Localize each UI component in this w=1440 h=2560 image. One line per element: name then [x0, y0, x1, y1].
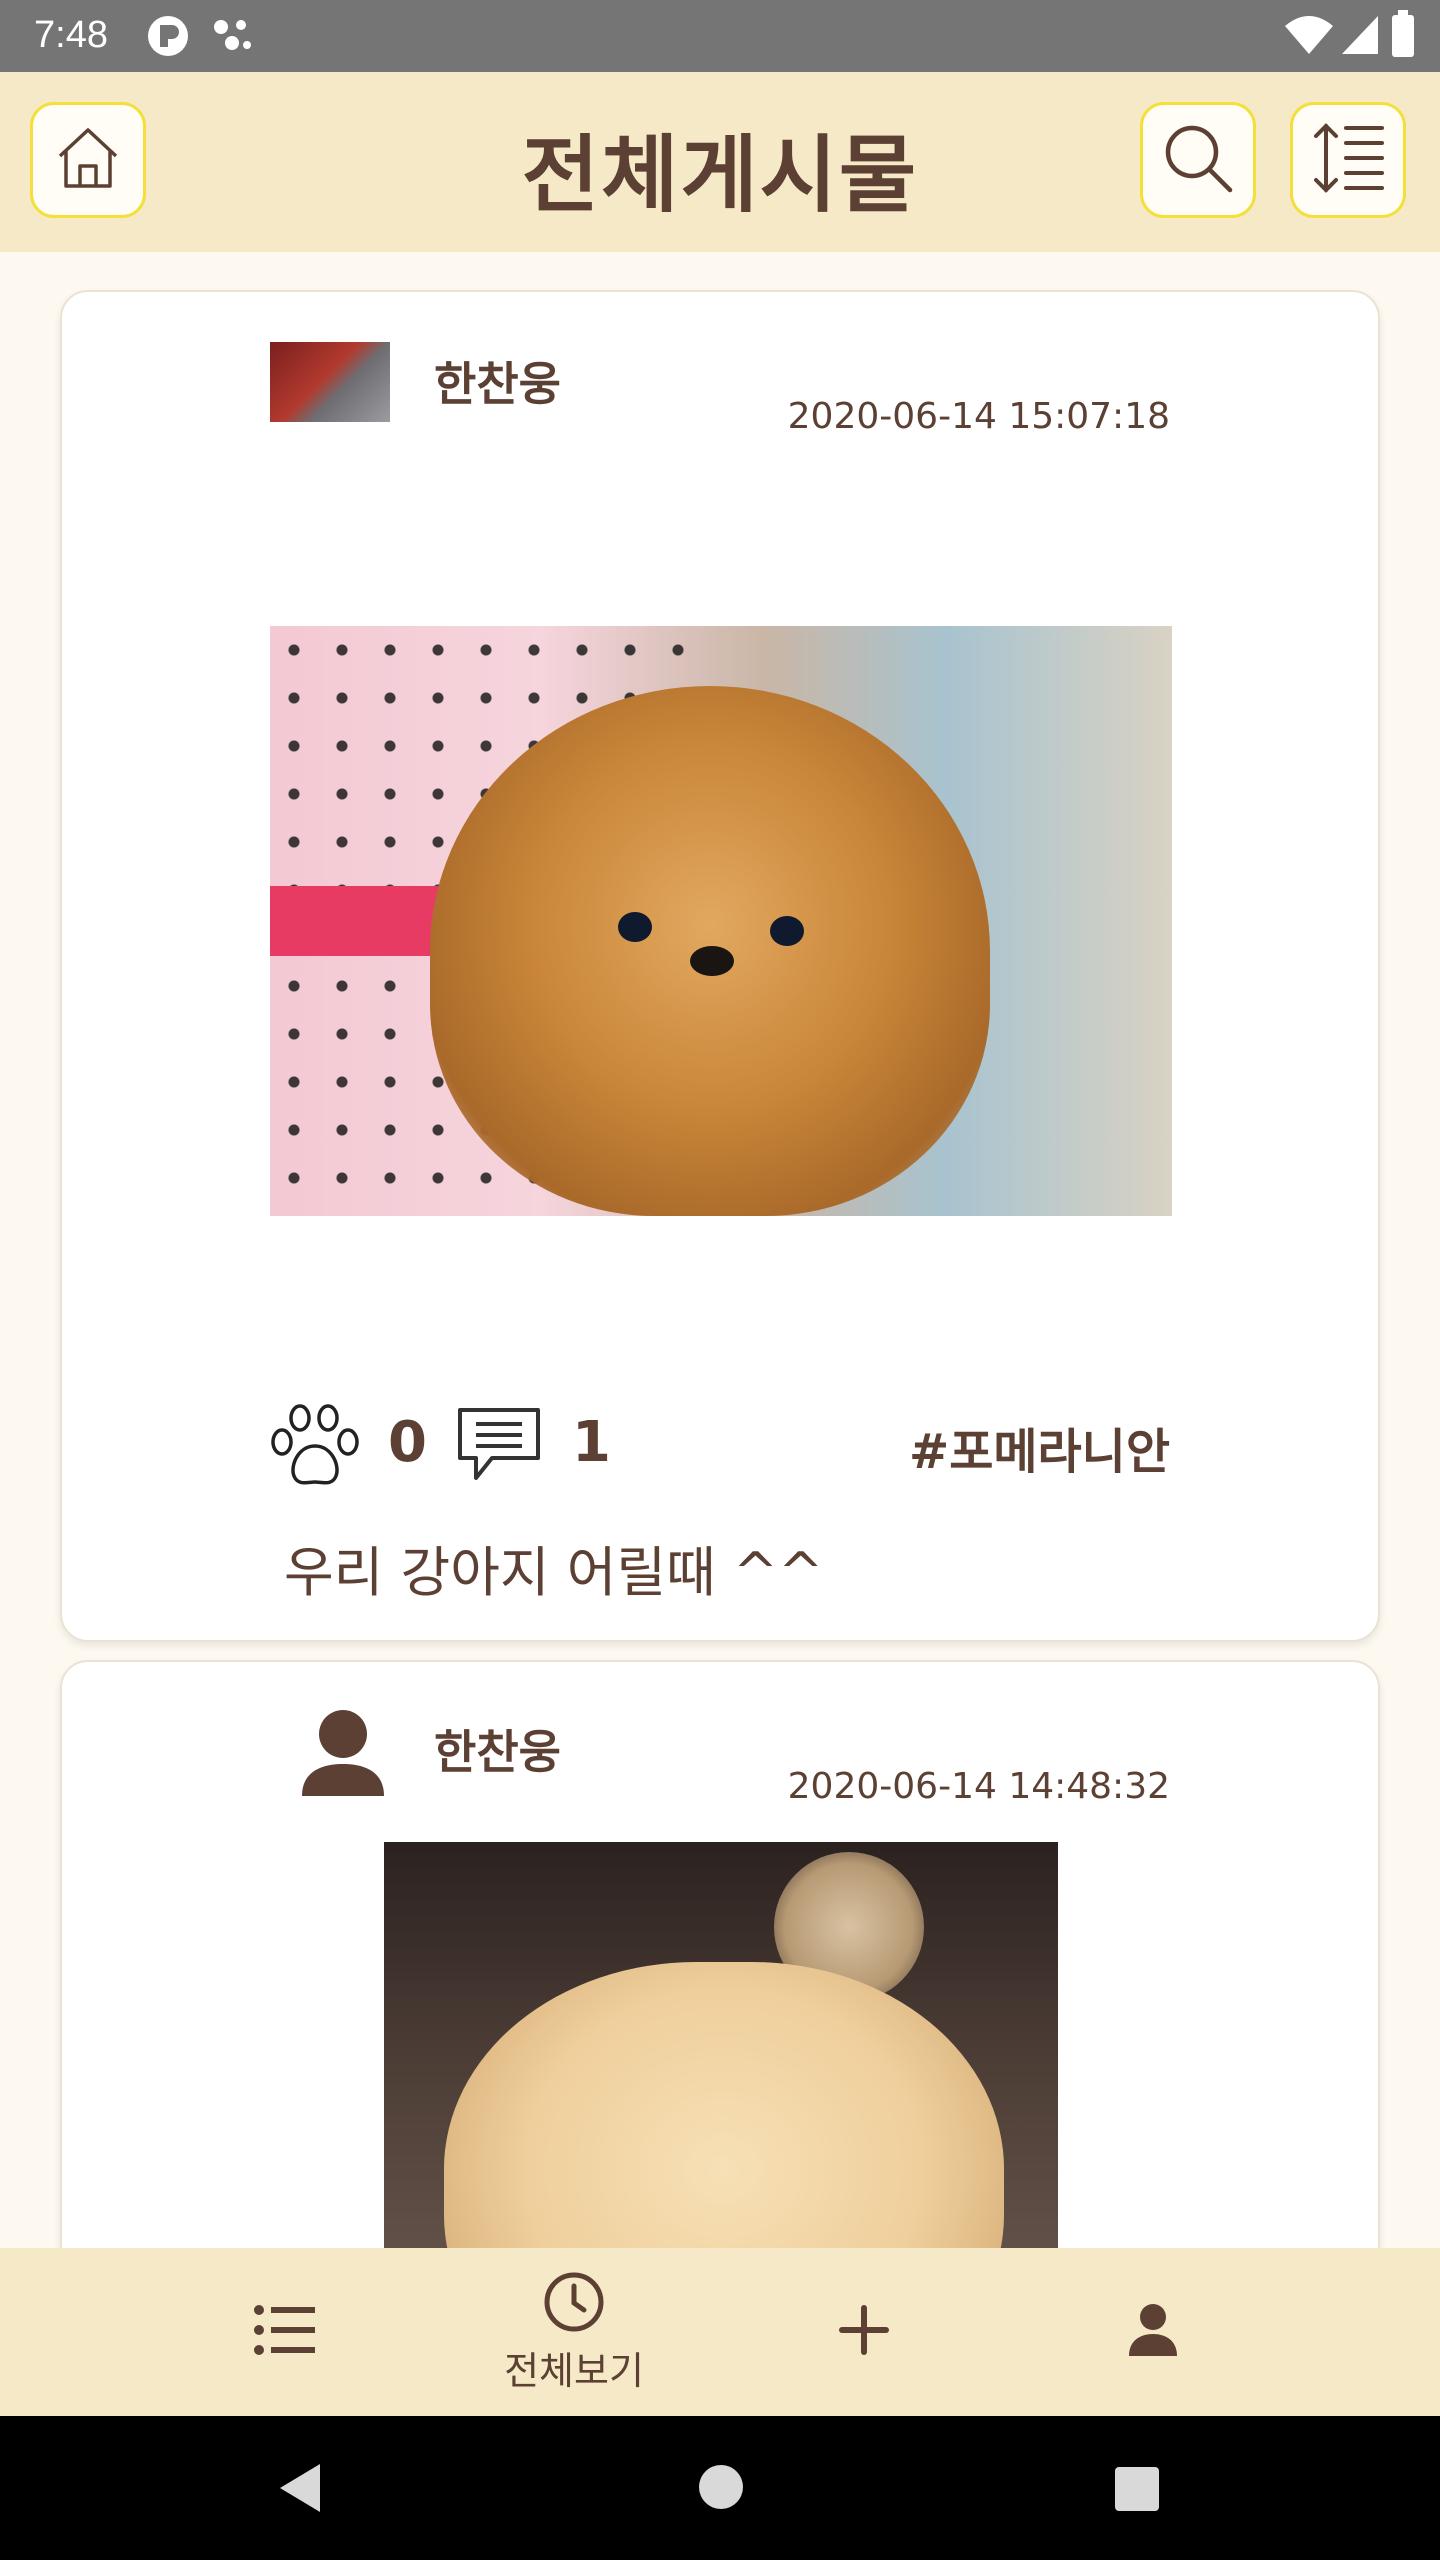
nav-add-post-button[interactable]	[764, 2248, 964, 2416]
post-timestamp: 2020-06-14 14:48:32	[787, 1766, 1170, 1807]
status-bar: 7:48	[0, 0, 1440, 72]
assistant-notification-icon	[212, 16, 256, 60]
comment-count: 1	[572, 1410, 611, 1475]
app-notification-icon	[146, 14, 190, 62]
nav-list-button[interactable]	[185, 2248, 385, 2416]
wifi-icon	[1284, 14, 1334, 60]
like-count: 0	[388, 1410, 427, 1475]
recents-icon[interactable]	[1114, 2466, 1160, 2516]
nav-profile-button[interactable]	[1053, 2248, 1253, 2416]
search-icon	[1160, 120, 1236, 200]
battery-icon	[1390, 10, 1416, 62]
post-caption: 우리 강아지 어릴때 ^^	[284, 1541, 824, 1604]
sort-button[interactable]	[1290, 102, 1406, 218]
system-navigation-bar	[0, 2416, 1440, 2560]
author-avatar[interactable]	[270, 342, 390, 422]
sort-icon	[1308, 118, 1388, 202]
author-name[interactable]: 한찬웅	[434, 1716, 561, 1782]
person-icon[interactable]	[288, 1708, 398, 1802]
app-header: 전체게시물	[0, 72, 1440, 252]
paw-like-icon[interactable]	[268, 1402, 364, 1494]
post-card[interactable]: 한찬웅 2020-06-14 15:07:18 0 1 #포메라니안 우리 강아…	[60, 290, 1380, 1642]
status-time: 7:48	[34, 14, 108, 56]
hashtag-link[interactable]: #포메라니안	[909, 1412, 1170, 1482]
person-icon	[1125, 2302, 1181, 2362]
bottom-navigation: 전체보기	[0, 2248, 1440, 2416]
author-name[interactable]: 한찬웅	[434, 348, 561, 414]
nav-all-posts-label: 전체보기	[504, 2348, 644, 2393]
back-icon[interactable]	[276, 2462, 324, 2518]
clock-icon	[542, 2270, 606, 2338]
nav-all-posts-button[interactable]: 전체보기	[474, 2248, 674, 2416]
comment-icon[interactable]	[454, 1404, 544, 1488]
list-icon	[253, 2302, 317, 2362]
post-timestamp: 2020-06-14 15:07:18	[787, 396, 1170, 437]
cell-signal-icon	[1340, 14, 1380, 60]
search-button[interactable]	[1140, 102, 1256, 218]
post-image[interactable]	[270, 626, 1172, 1216]
plus-icon	[836, 2302, 892, 2362]
home-nav-icon[interactable]	[698, 2464, 744, 2514]
